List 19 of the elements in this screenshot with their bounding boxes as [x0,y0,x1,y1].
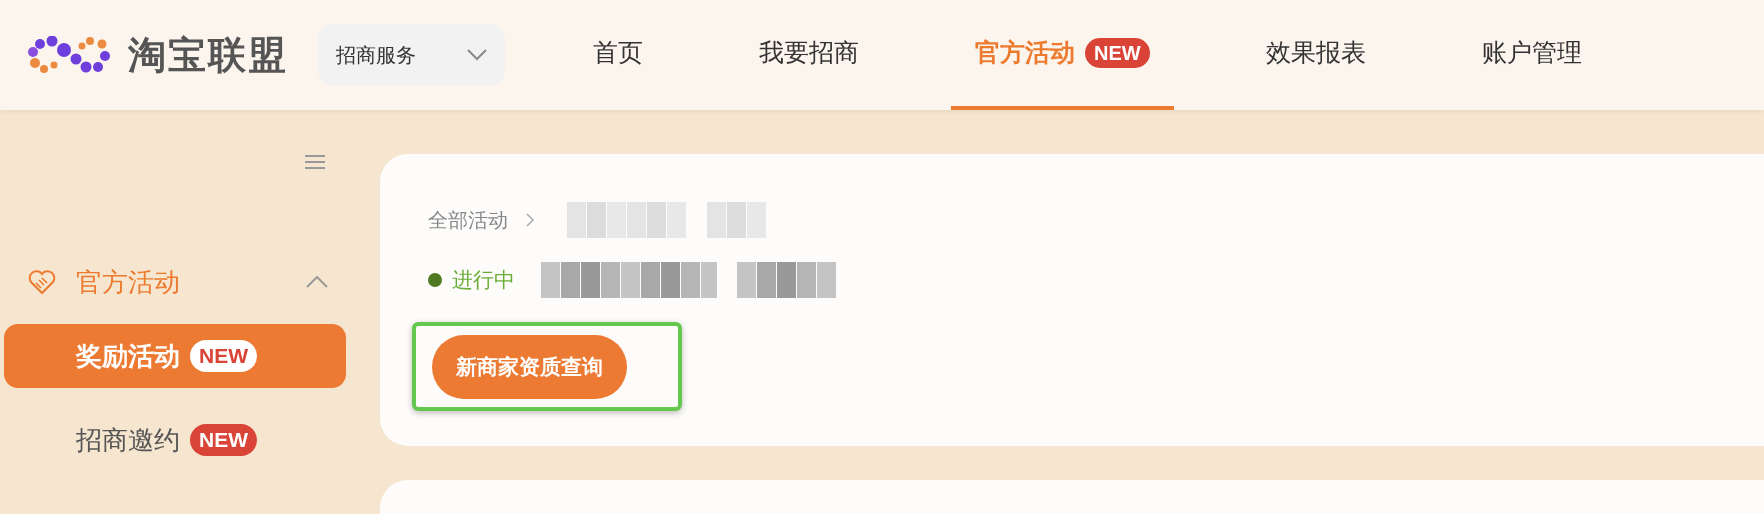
new-badge: NEW [190,340,257,372]
nav-tab[interactable]: 首页 [569,0,667,110]
chevron-right-icon [526,213,535,227]
nav-tab[interactable]: 我要招商 [735,0,883,110]
handshake-heart-icon [28,269,56,295]
nav-tab[interactable]: 官方活动 NEW [951,0,1174,110]
new-badge: NEW [190,424,257,456]
logo-text: 淘宝联盟 [128,32,288,78]
logo-icon [28,36,110,74]
chevron-down-icon [467,49,487,61]
menu-icon[interactable] [305,154,325,170]
nav-tab[interactable]: 账户管理 [1457,0,1606,110]
sidebar-item[interactable]: 奖励活动 NEW [4,324,346,388]
nav-tab[interactable]: 效果报表 [1241,0,1390,110]
status-text: 进行中 [452,267,515,294]
new-badge: NEW [1085,38,1150,68]
breadcrumb-link[interactable]: 全部活动 [428,205,508,235]
service-dropdown[interactable]: 招商服务 [318,24,505,86]
sidebar-item[interactable]: 招商邀约 NEW [4,408,346,472]
